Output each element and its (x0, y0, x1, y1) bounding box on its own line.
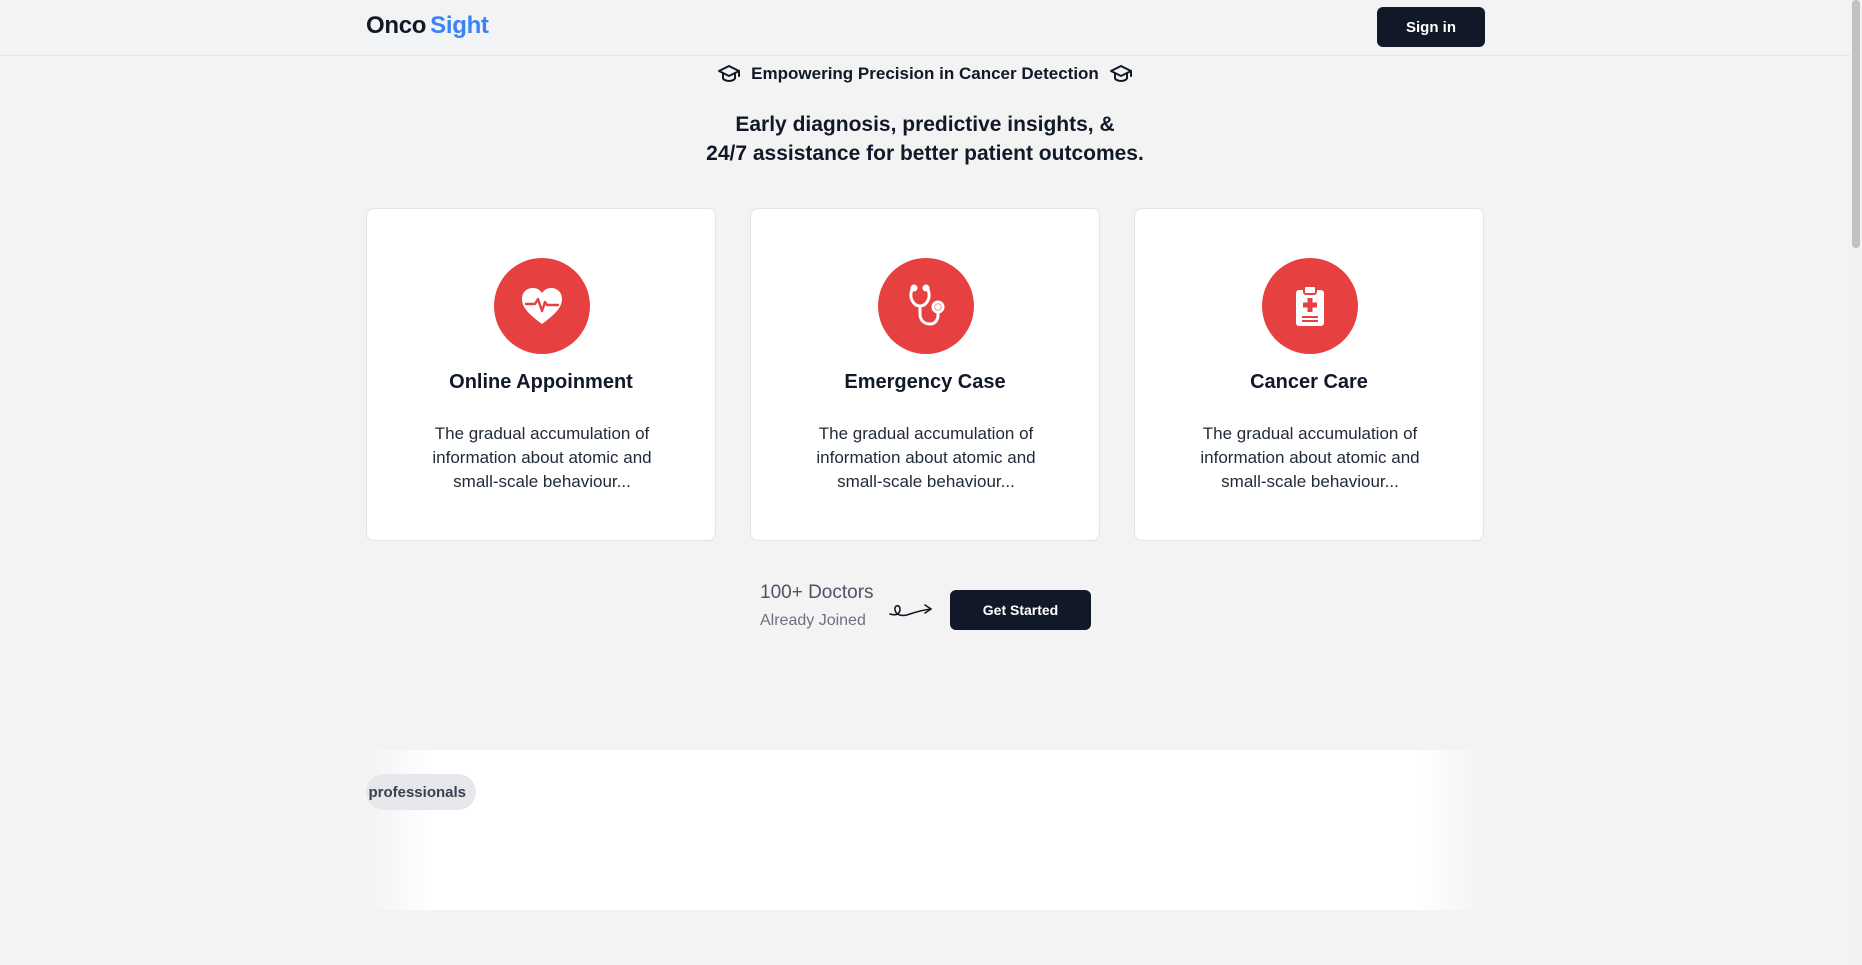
curly-arrow-icon (889, 604, 932, 617)
doctors-stat: 100+ Doctors Already Joined (760, 582, 874, 630)
card-title: Emergency Case (844, 371, 1006, 393)
feature-card-online-appointment[interactable]: Online Appoinment The gradual accumulati… (366, 208, 716, 541)
card-title: Cancer Care (1250, 371, 1368, 393)
feature-card-cancer-care[interactable]: Cancer Care The gradual accumulation of … (1134, 208, 1484, 541)
scrollbar[interactable] (1850, 0, 1862, 965)
professionals-pill[interactable]: professionals (366, 774, 476, 810)
stethoscope-icon (909, 284, 945, 326)
tagline: Empowering Precision in Cancer Detection (0, 62, 1850, 86)
logo-text-sight: Sight (430, 12, 489, 39)
card-icon-circle (878, 258, 974, 354)
card-icon-circle (1262, 258, 1358, 354)
top-nav: Onco Sight Sign in (0, 0, 1850, 56)
heart-pulse-icon (522, 288, 562, 324)
professionals-marquee-panel (366, 750, 1485, 910)
card-description: The gradual accumulation of information … (1200, 424, 1420, 491)
get-started-button[interactable]: Get Started (950, 590, 1091, 630)
headline-line-2: 24/7 assistance for better patient outco… (706, 142, 1144, 165)
scrollbar-thumb[interactable] (1852, 0, 1860, 248)
graduation-cap-icon (718, 65, 741, 82)
hero-headline: Early diagnosis, predictive insights, & … (0, 110, 1850, 168)
card-description: The gradual accumulation of information … (432, 424, 652, 491)
feature-card-emergency-case[interactable]: Emergency Case The gradual accumulation … (750, 208, 1100, 541)
doctors-count: 100+ Doctors (760, 582, 874, 603)
logo-text-onco: Onco (366, 12, 427, 39)
card-title: Online Appoinment (449, 371, 633, 393)
logo[interactable]: Onco Sight (366, 12, 489, 40)
sign-in-button[interactable]: Sign in (1377, 7, 1485, 47)
doctors-subtext: Already Joined (760, 612, 866, 629)
card-icon-circle (494, 258, 590, 354)
tagline-text: Empowering Precision in Cancer Detection (751, 64, 1099, 83)
headline-line-1: Early diagnosis, predictive insights, & (735, 113, 1115, 136)
graduation-cap-icon (1109, 65, 1132, 82)
clipboard-medical-icon (1296, 285, 1324, 326)
card-description: The gradual accumulation of information … (816, 424, 1036, 491)
